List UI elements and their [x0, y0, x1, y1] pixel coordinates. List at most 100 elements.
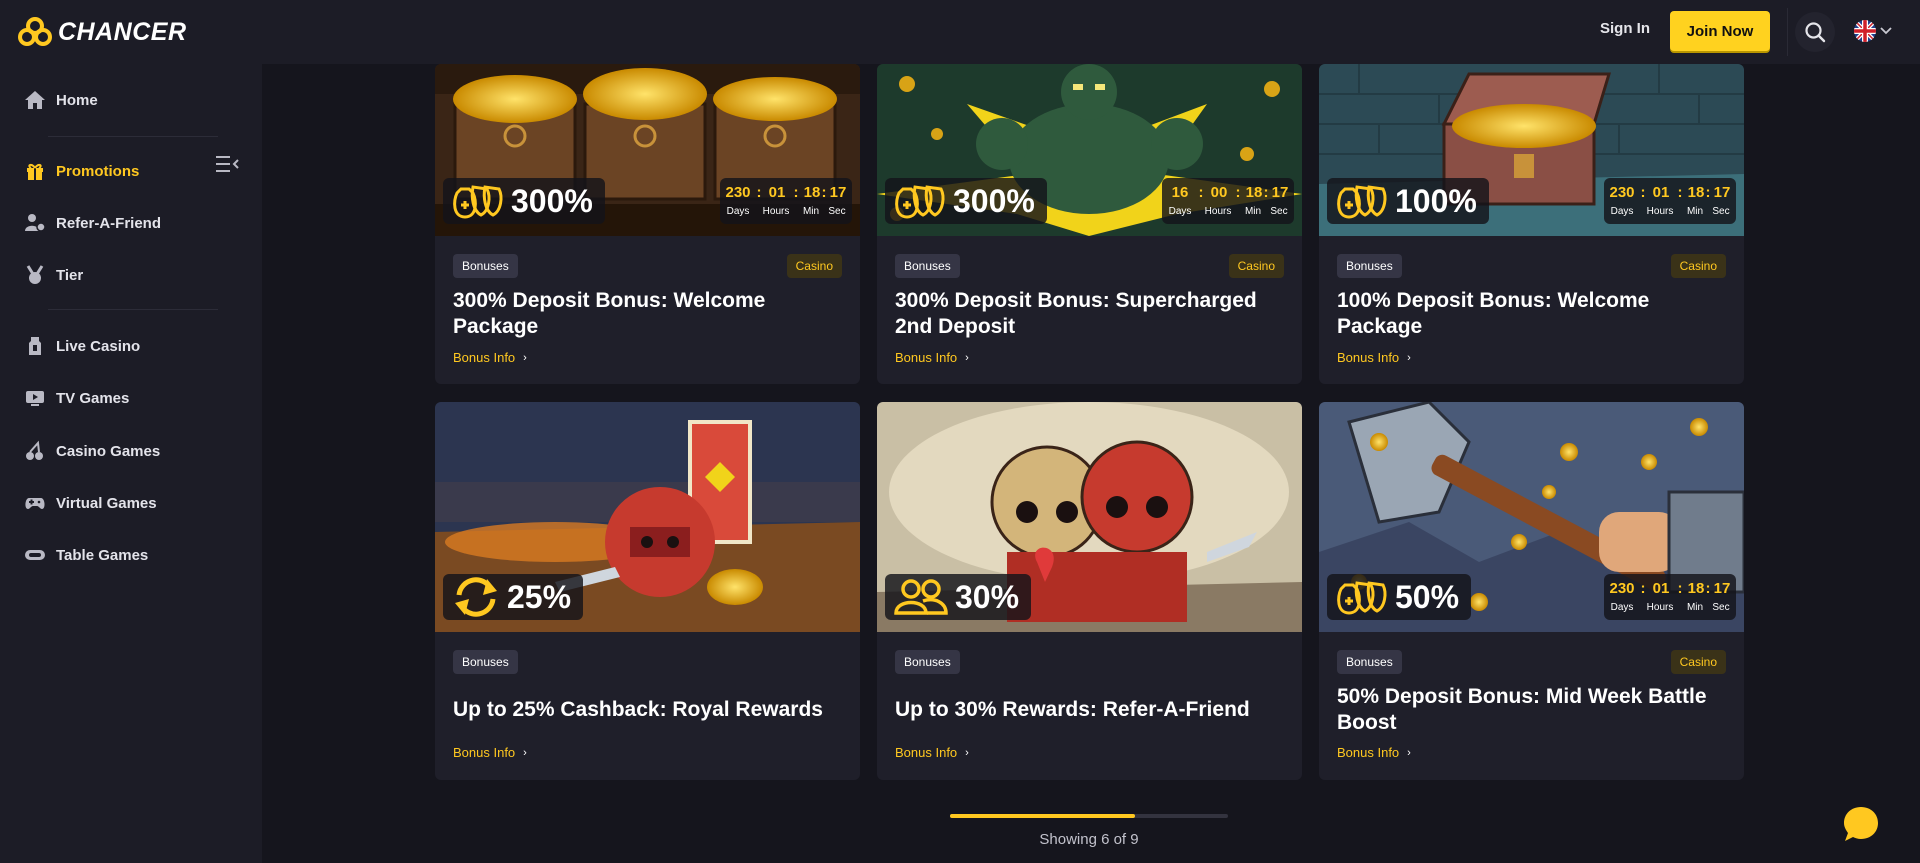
timer-sec: 17: [829, 184, 847, 201]
logo-text: CHANCER: [58, 17, 187, 46]
sidebar-item-virtual-games[interactable]: Virtual Games: [24, 491, 157, 515]
money-bags-icon: [453, 185, 503, 219]
refer-friend-icon: [24, 212, 46, 234]
promo-card[interactable]: 25% Bonuses Up to 25% Cashback: Royal Re…: [435, 402, 860, 780]
sidebar-item-label: Live Casino: [56, 337, 141, 355]
search-icon: [1805, 22, 1826, 43]
bonus-info-label: Bonus Info: [895, 745, 958, 760]
gamepad-icon: [24, 492, 46, 514]
card-title: Up to 25% Cashback: Royal Rewards: [453, 698, 823, 721]
money-bags-icon: [1337, 185, 1387, 219]
sidebar-item-refer-a-friend[interactable]: Refer-A-Friend: [24, 211, 161, 235]
sidebar-item-tier[interactable]: Tier: [24, 263, 83, 287]
sidebar-item-label: Refer-A-Friend: [56, 214, 162, 232]
chevron-right-icon: ›: [523, 746, 527, 759]
users-icon: [894, 579, 948, 615]
sidebar-item-tv-games[interactable]: TV Games: [24, 386, 129, 410]
chevron-down-icon: [1880, 27, 1892, 35]
bonus-info-link[interactable]: Bonus Info ›: [453, 745, 527, 760]
timer-label-hours: Hours: [1204, 206, 1232, 217]
cherries-icon: [24, 440, 46, 462]
timer-label-sec: Sec: [1712, 206, 1730, 217]
chevron-right-icon: ›: [1407, 746, 1411, 759]
promo-card[interactable]: 300% 230 : 01 : 18 : 17 Days Hours Min S…: [435, 64, 860, 384]
tag-bonuses: Bonuses: [895, 650, 960, 674]
timer-label-sec: Sec: [1270, 206, 1288, 217]
home-icon: [24, 89, 46, 111]
showing-count: Showing 6 of 9: [1039, 831, 1139, 848]
percent-value: 100%: [1395, 182, 1477, 219]
uk-flag-icon: [1854, 20, 1876, 42]
timer-sec: 17: [1713, 184, 1731, 201]
timer-label-days: Days: [1610, 602, 1634, 613]
sidebar: Home Promotions Refer-A-Friend Tier Live…: [0, 64, 262, 863]
timer-label-sec: Sec: [1712, 602, 1730, 613]
sign-in-button[interactable]: Sign In: [1600, 20, 1650, 37]
timer-days: 230: [1609, 184, 1635, 201]
tag-bonuses: Bonuses: [453, 650, 518, 674]
sidebar-item-home[interactable]: Home: [24, 88, 98, 112]
sidebar-item-label: TV Games: [56, 389, 130, 407]
timer-days: 230: [1609, 580, 1635, 597]
load-progress-bar: [950, 814, 1228, 818]
sidebar-divider: [48, 136, 218, 137]
percent-badge: 300%: [885, 178, 1047, 224]
sidebar-divider: [48, 309, 218, 310]
timer-label-min: Min: [1686, 206, 1704, 217]
language-selector[interactable]: [1854, 20, 1892, 42]
card-title: Up to 30% Rewards: Refer-A-Friend: [895, 698, 1250, 721]
money-bags-icon: [1337, 581, 1387, 615]
tv-icon: [24, 387, 46, 409]
top-bar: CHANCER Sign In Join Now: [0, 0, 1920, 64]
percent-value: 25%: [507, 578, 572, 615]
timer-hours: 01: [1652, 184, 1670, 201]
timer-label-hours: Hours: [1646, 206, 1674, 217]
tag-bonuses: Bonuses: [895, 254, 960, 278]
bonus-info-link[interactable]: Bonus Info ›: [895, 350, 969, 365]
promo-card[interactable]: 30% Bonuses Up to 30% Rewards: Refer-A-F…: [877, 402, 1302, 780]
sidebar-item-label: Tier: [56, 266, 84, 284]
percent-value: 50%: [1395, 578, 1460, 615]
collapse-sidebar-icon[interactable]: [214, 152, 240, 176]
join-now-button[interactable]: Join Now: [1670, 11, 1770, 51]
logo-icon: [18, 17, 52, 46]
sidebar-item-casino-games[interactable]: Casino Games: [24, 439, 160, 463]
sidebar-item-promotions[interactable]: Promotions: [24, 159, 139, 183]
bonus-info-label: Bonus Info: [453, 350, 516, 365]
chevron-right-icon: ›: [523, 351, 527, 364]
countdown-timer: 16 : 00 : 18 : 17 Days Hours Min Sec: [1162, 178, 1294, 224]
bonus-info-link[interactable]: Bonus Info ›: [1337, 350, 1411, 365]
timer-label-min: Min: [802, 206, 820, 217]
timer-days: 16: [1171, 184, 1189, 201]
timer-label-days: Days: [1168, 206, 1192, 217]
bonus-info-link[interactable]: Bonus Info ›: [453, 350, 527, 365]
tag-casino: Casino: [1670, 650, 1726, 674]
money-bags-icon: [895, 185, 945, 219]
chat-bubble-icon[interactable]: [1841, 804, 1881, 844]
tag-casino: Casino: [1670, 254, 1726, 278]
percent-value: 300%: [511, 182, 593, 219]
timer-sec: 17: [1271, 184, 1289, 201]
card-title: 300% Deposit Bonus: Supercharged 2nd Dep…: [895, 289, 1257, 338]
timer-label-min: Min: [1686, 602, 1704, 613]
timer-sec: 17: [1713, 580, 1731, 597]
sidebar-item-table-games[interactable]: Table Games: [24, 543, 148, 567]
sidebar-item-label: Table Games: [56, 546, 149, 564]
sidebar-item-live-casino[interactable]: Live Casino: [24, 334, 140, 358]
timer-label-hours: Hours: [762, 206, 790, 217]
percent-value: 30%: [955, 578, 1020, 615]
percent-badge: 300%: [443, 178, 605, 224]
timer-label-days: Days: [726, 206, 750, 217]
search-button[interactable]: [1795, 12, 1835, 52]
promo-card[interactable]: 50% 230 : 01 : 18 : 17 Days Hours Min Se…: [1319, 402, 1744, 780]
timer-label-sec: Sec: [828, 206, 846, 217]
bonus-info-label: Bonus Info: [1337, 350, 1400, 365]
promo-card[interactable]: 300% 16 : 00 : 18 : 17 Days Hours Min Se…: [877, 64, 1302, 384]
live-casino-icon: [24, 335, 46, 357]
countdown-timer: 230 : 01 : 18 : 17 Days Hours Min Sec: [1604, 178, 1736, 224]
promo-card[interactable]: 100% 230 : 01 : 18 : 17 Days Hours Min S…: [1319, 64, 1744, 384]
tag-casino: Casino: [786, 254, 842, 278]
bonus-info-link[interactable]: Bonus Info ›: [1337, 745, 1411, 760]
bonus-info-link[interactable]: Bonus Info ›: [895, 745, 969, 760]
logo[interactable]: CHANCER: [18, 14, 187, 50]
